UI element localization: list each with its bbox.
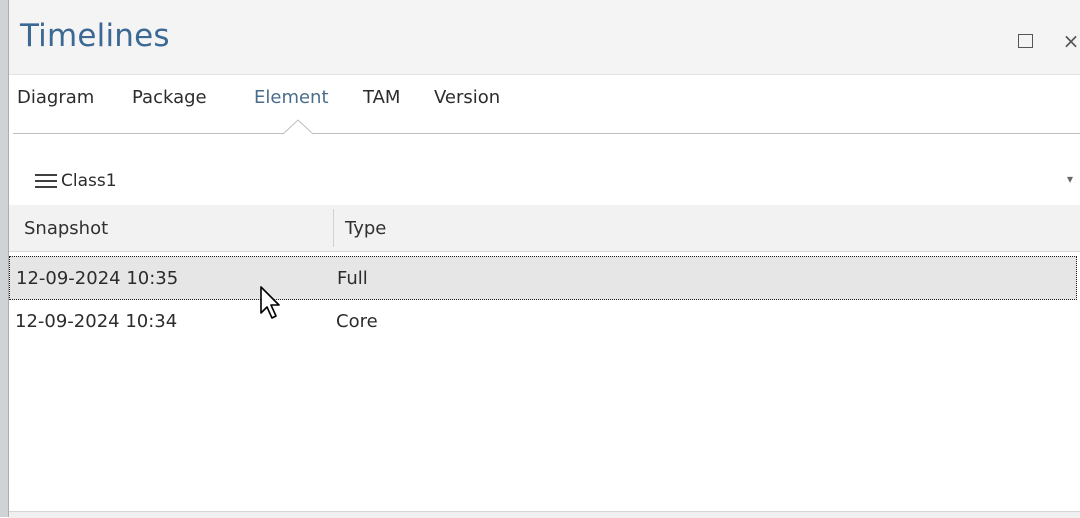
timelines-window: Timelines × Diagram Package Element TAM … bbox=[0, 0, 1080, 518]
close-icon: × bbox=[1062, 29, 1080, 53]
tab-bar: Diagram Package Element TAM Version bbox=[9, 75, 1080, 137]
table-row[interactable]: 12-09-2024 10:35 Full bbox=[9, 256, 1077, 300]
hamburger-icon bbox=[35, 174, 57, 188]
element-selector[interactable]: Class1 ▾ bbox=[9, 162, 1080, 204]
window-title: Timelines bbox=[20, 18, 170, 54]
tab-element[interactable]: Element bbox=[254, 87, 329, 108]
snapshot-table-body: 12-09-2024 10:35 Full 12-09-2024 10:34 C… bbox=[9, 252, 1080, 510]
window-left-border bbox=[0, 0, 9, 517]
element-selector-value: Class1 bbox=[61, 171, 117, 191]
mouse-cursor-icon bbox=[260, 286, 280, 319]
table-row[interactable]: 12-09-2024 10:34 Core bbox=[9, 300, 1077, 344]
snapshot-cell: 12-09-2024 10:35 bbox=[16, 268, 179, 289]
tab-package[interactable]: Package bbox=[132, 87, 207, 108]
column-header-type[interactable]: Type bbox=[345, 218, 386, 239]
active-tab-indicator bbox=[283, 119, 313, 135]
tab-version[interactable]: Version bbox=[434, 87, 500, 108]
close-button[interactable]: × bbox=[1060, 29, 1080, 53]
tab-underline bbox=[13, 133, 1080, 134]
type-cell: Full bbox=[337, 268, 368, 289]
table-header: Snapshot Type bbox=[9, 205, 1080, 252]
column-header-snapshot[interactable]: Snapshot bbox=[24, 218, 108, 239]
title-bar: Timelines × bbox=[9, 0, 1080, 75]
snapshot-cell: 12-09-2024 10:34 bbox=[15, 311, 178, 332]
column-divider[interactable] bbox=[333, 209, 334, 247]
tab-tam[interactable]: TAM bbox=[363, 87, 400, 108]
tab-diagram[interactable]: Diagram bbox=[17, 87, 94, 108]
chevron-down-icon[interactable]: ▾ bbox=[1067, 172, 1073, 186]
maximize-icon bbox=[1017, 34, 1033, 48]
maximize-button[interactable] bbox=[1014, 30, 1036, 52]
type-cell: Core bbox=[336, 311, 378, 332]
